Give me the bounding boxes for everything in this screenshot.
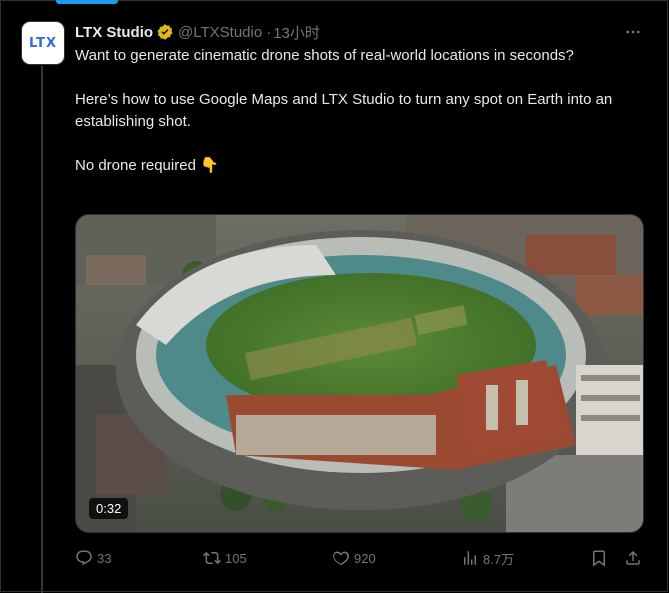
verified-badge-icon[interactable] (156, 23, 174, 41)
retweet-count: 105 (225, 550, 247, 566)
share-button[interactable] (624, 548, 642, 568)
avatar[interactable]: LTX (22, 22, 64, 64)
tweet-time[interactable]: 13小时 (273, 22, 320, 43)
like-button[interactable]: 920 (332, 548, 376, 568)
reply-button[interactable]: 33 (75, 548, 111, 568)
bookmark-icon (593, 550, 605, 567)
tweet-line: Here’s how to use Google Maps and LTX St… (75, 91, 613, 130)
more-icon[interactable] (622, 22, 644, 42)
action-bar: 33 105 920 8.7万 (75, 548, 644, 570)
retweet-button[interactable]: 105 (203, 548, 247, 568)
like-icon (333, 551, 350, 566)
share-icon (626, 550, 640, 565)
separator-dot: · (266, 23, 272, 41)
views-button[interactable]: 8.7万 (461, 548, 514, 568)
active-tab-indicator (56, 0, 118, 4)
author-handle[interactable]: @LTXStudio (178, 24, 262, 41)
views-icon (464, 551, 476, 565)
reply-count: 33 (97, 550, 112, 566)
thread-line (41, 66, 43, 593)
bookmark-button[interactable] (590, 548, 608, 568)
tweet-text: Want to generate cinematic drone shots o… (75, 45, 635, 177)
author-name[interactable]: LTX Studio (75, 24, 153, 41)
reply-icon (76, 550, 92, 566)
like-count: 920 (354, 550, 376, 566)
avatar-logo-text: LTX (28, 35, 58, 51)
tweet-line: No drone required 👇 (75, 157, 219, 174)
views-count: 8.7万 (483, 551, 515, 567)
video-player[interactable] (75, 214, 644, 533)
retweet-icon (203, 551, 221, 565)
video-thumbnail-stadium (76, 215, 643, 532)
tweet-line: Want to generate cinematic drone shots o… (75, 47, 574, 64)
video-duration-badge: 0:32 (89, 498, 129, 519)
tweet-header: LTX Studio @LTXStudio · 13小时 (75, 22, 320, 42)
